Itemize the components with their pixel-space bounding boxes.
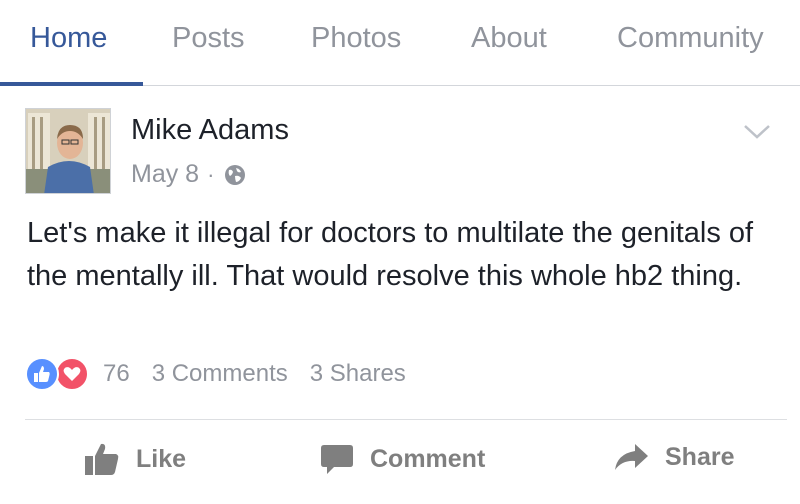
tab-home[interactable]: Home — [30, 22, 107, 55]
comment-label: Comment — [370, 444, 486, 473]
post-date[interactable]: May 8 — [131, 160, 199, 189]
share-arrow-icon — [615, 444, 648, 470]
comment-icon — [321, 445, 353, 474]
tab-photos[interactable]: Photos — [311, 22, 401, 55]
tab-posts[interactable]: Posts — [172, 22, 245, 55]
reactions-count[interactable]: 76 — [103, 360, 130, 388]
post-text: Let's make it illegal for doctors to mul… — [27, 217, 754, 292]
globe-icon — [224, 164, 246, 186]
post-actions: Like Comment Share — [0, 420, 800, 504]
post-meta: May 8 · — [131, 160, 246, 189]
comments-count[interactable]: 3 Comments — [152, 360, 288, 388]
like-label: Like — [136, 444, 187, 473]
tab-community[interactable]: Community — [617, 22, 764, 55]
post-stats: 76 3 Comments 3 Shares — [25, 356, 428, 392]
like-reaction-icon — [25, 357, 59, 391]
thumbs-up-icon — [85, 443, 119, 475]
avatar[interactable] — [25, 108, 111, 194]
post-card: Mike Adams May 8 · Let's make it illegal… — [0, 86, 800, 504]
tab-about[interactable]: About — [471, 22, 547, 55]
comment-button[interactable]: Comment — [320, 442, 485, 476]
reactions-summary[interactable] — [25, 356, 97, 392]
shares-count[interactable]: 3 Shares — [310, 360, 406, 388]
share-button[interactable]: Share — [613, 442, 734, 472]
chevron-down-icon[interactable] — [742, 122, 772, 142]
love-reaction-icon — [55, 357, 89, 391]
page-tabs: Home Posts Photos About Community — [0, 0, 800, 86]
share-label: Share — [665, 442, 735, 471]
meta-separator: · — [207, 161, 215, 187]
like-button[interactable]: Like — [84, 442, 186, 476]
post-author-name[interactable]: Mike Adams — [131, 114, 289, 147]
